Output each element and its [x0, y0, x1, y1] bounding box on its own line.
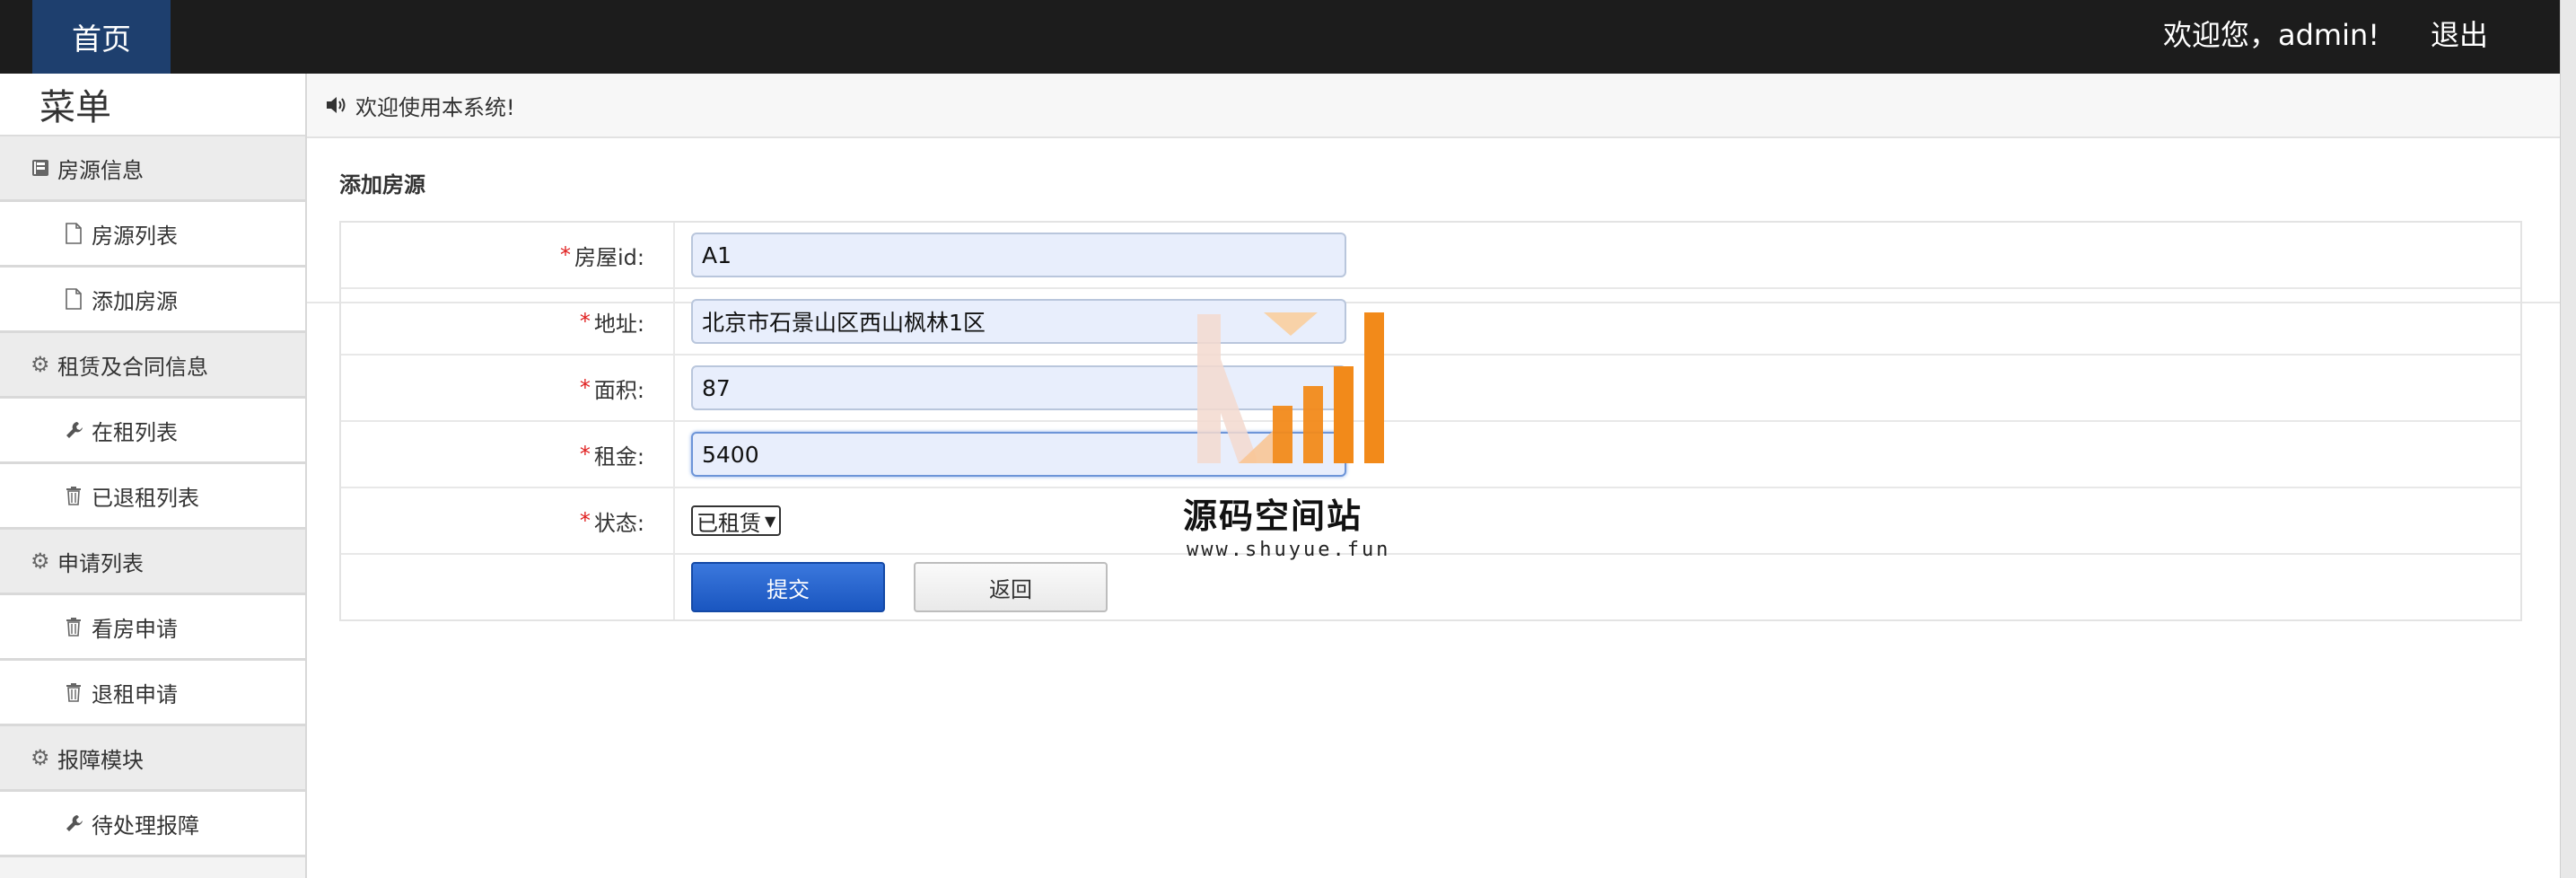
- field-label: * 状态:: [341, 488, 675, 553]
- sidebar-group-house-info[interactable]: 房源信息: [0, 136, 305, 202]
- gear-icon: ⚙: [31, 352, 50, 377]
- watermark-url: www.shuyue.fun: [1187, 539, 1391, 561]
- form-row-address: * 地址:: [341, 289, 2520, 356]
- trash-icon: [65, 617, 92, 637]
- speaker-icon: [325, 94, 355, 116]
- sidebar-item-label: 看房申请: [92, 616, 178, 642]
- sidebar-item-end-lease-requests[interactable]: 退租申请: [0, 661, 305, 726]
- rent-label: 租金:: [593, 443, 644, 470]
- sidebar-item-label: 房源信息: [57, 157, 144, 183]
- back-button[interactable]: 返回: [914, 562, 1108, 612]
- form-row-area: * 面积:: [341, 356, 2520, 422]
- trash-icon: [65, 682, 92, 702]
- sidebar-item-house-list[interactable]: 房源列表: [0, 202, 305, 268]
- field-label: * 面积:: [341, 356, 675, 420]
- address-input[interactable]: [691, 299, 1346, 344]
- status-select[interactable]: 已租赁 ▼: [691, 505, 782, 536]
- sidebar-item-label: 申请列表: [57, 550, 144, 576]
- top-navbar: 首页 欢迎您，admin! 退出: [0, 0, 2560, 74]
- sidebar-item-label: 租赁及合同信息: [57, 354, 208, 380]
- sidebar-item-ended-lease-list[interactable]: 已退租列表: [0, 464, 305, 530]
- sidebar-item-viewing-requests[interactable]: 看房申请: [0, 595, 305, 661]
- page-title: 添加房源: [339, 172, 425, 198]
- gear-icon: ⚙: [31, 745, 50, 770]
- add-house-form: * 房屋id: * 地址: * 面积: * 租金: * 状态: 已租赁: [339, 221, 2522, 621]
- submit-button[interactable]: 提交: [691, 562, 885, 612]
- required-mark: *: [560, 242, 571, 268]
- watermark-text: 源码空间站: [1183, 496, 1363, 536]
- empty-label-cell: [341, 555, 675, 619]
- required-mark: *: [579, 442, 591, 467]
- file-icon: [65, 288, 92, 310]
- welcome-text: 欢迎您，admin!: [2163, 18, 2380, 52]
- sidebar-group-fault-reports[interactable]: ⚙ 报障模块: [0, 726, 305, 792]
- sidebar-item-label: 退租申请: [92, 681, 178, 707]
- status-label: 状态:: [593, 510, 644, 536]
- required-mark: *: [579, 508, 591, 533]
- sidebar-item-label: 待处理报障: [92, 812, 199, 838]
- gear-icon: ⚙: [31, 549, 50, 574]
- file-icon: [65, 223, 92, 244]
- sidebar-item-add-house[interactable]: 添加房源: [0, 268, 305, 333]
- field-label: * 租金:: [341, 422, 675, 487]
- sidebar-item-renting-list[interactable]: 在租列表: [0, 399, 305, 464]
- trash-icon: [65, 486, 92, 505]
- vertical-scrollbar[interactable]: [2560, 0, 2576, 878]
- sidebar-item-pending-faults[interactable]: 待处理报障: [0, 792, 305, 857]
- logout-link[interactable]: 退出: [2431, 0, 2488, 66]
- home-tab[interactable]: 首页: [32, 0, 171, 74]
- sidebar-item-label: 已退租列表: [92, 485, 199, 511]
- form-row-status: * 状态: 已租赁 ▼: [341, 488, 2520, 555]
- form-row-actions: 提交 返回: [341, 555, 2520, 619]
- sidebar-item-label: 在租列表: [92, 419, 178, 445]
- wrench-icon: [65, 813, 92, 833]
- field-label: * 房屋id:: [341, 223, 675, 287]
- house-id-input[interactable]: [691, 233, 1346, 277]
- sidebar-item-label: 报障模块: [57, 747, 144, 773]
- menu-title: 菜单: [0, 74, 305, 136]
- area-label: 面积:: [593, 377, 644, 403]
- sidebar-group-lease-contract[interactable]: ⚙ 租赁及合同信息: [0, 333, 305, 399]
- notice-text: 欢迎使用本系统!: [355, 94, 515, 120]
- area-input[interactable]: [691, 365, 1346, 410]
- sidebar-item-label: 房源列表: [92, 223, 178, 249]
- form-row-house-id: * 房屋id:: [341, 223, 2520, 289]
- book-icon: [31, 158, 57, 178]
- chevron-down-icon: ▼: [765, 512, 776, 530]
- house-id-label: 房屋id:: [574, 244, 644, 270]
- form-row-rent: * 租金:: [341, 422, 2520, 488]
- wrench-icon: [65, 420, 92, 440]
- rent-input[interactable]: [691, 432, 1346, 477]
- address-label: 地址:: [593, 311, 644, 337]
- required-mark: *: [579, 309, 591, 334]
- status-selected-value: 已租赁: [697, 510, 761, 536]
- required-mark: *: [579, 375, 591, 400]
- field-label: * 地址:: [341, 289, 675, 354]
- sidebar-group-applications[interactable]: ⚙ 申请列表: [0, 530, 305, 595]
- sidebar-menu: 菜单 房源信息 房源列表 添加房源 ⚙ 租赁及合同信息 在租列表 已退租列表 ⚙: [0, 74, 307, 878]
- notice-bar: 欢迎使用本系统!: [307, 74, 2560, 138]
- sidebar-item-label: 添加房源: [92, 288, 178, 314]
